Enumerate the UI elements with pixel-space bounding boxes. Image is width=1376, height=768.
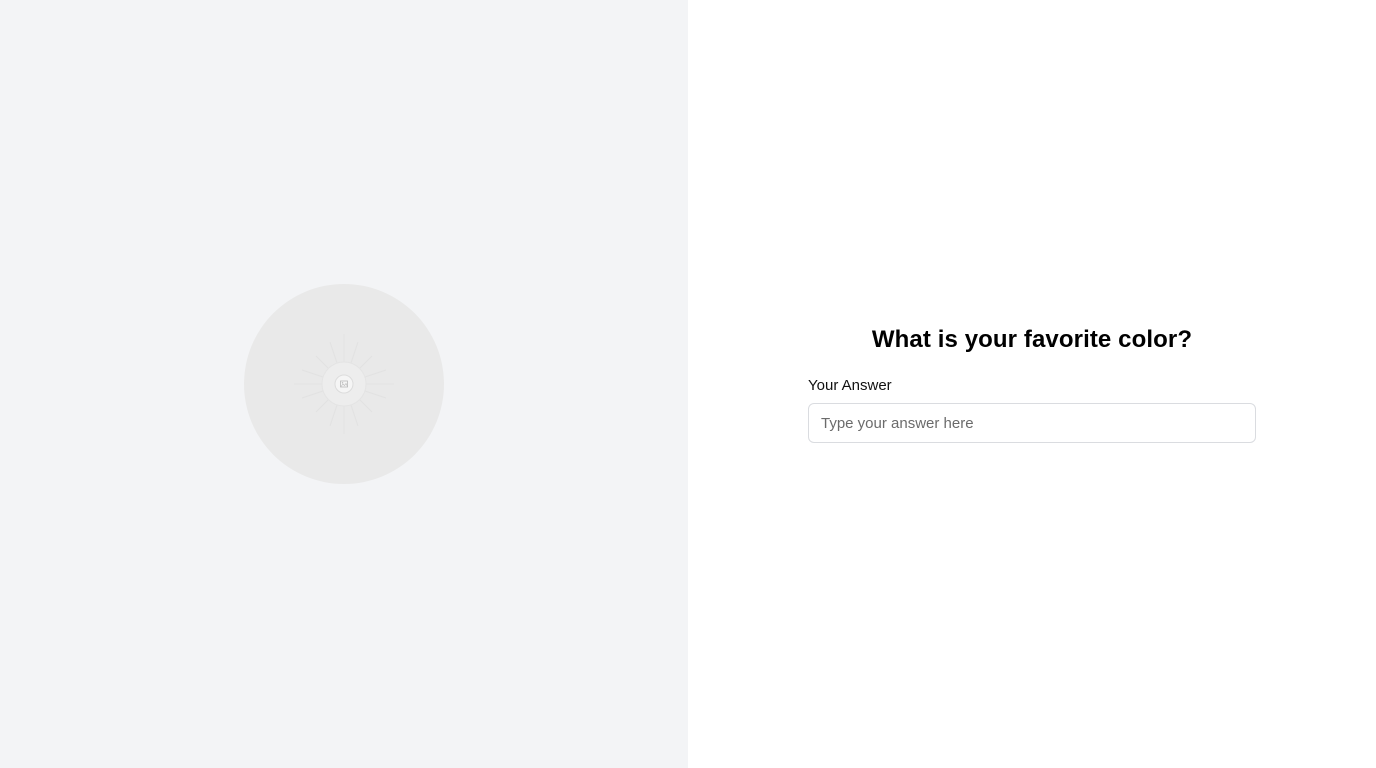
image-panel — [0, 0, 688, 768]
image-placeholder — [244, 284, 444, 484]
answer-input[interactable] — [808, 403, 1256, 443]
quiz-page: What is your favorite color? Your Answer — [0, 0, 1376, 768]
image-placeholder-graphic — [294, 334, 394, 434]
question-title: What is your favorite color? — [871, 326, 1193, 353]
question-panel: What is your favorite color? Your Answer — [688, 0, 1376, 768]
question-block: What is your favorite color? Your Answer — [808, 324, 1256, 443]
answer-label: Your Answer — [808, 377, 892, 394]
